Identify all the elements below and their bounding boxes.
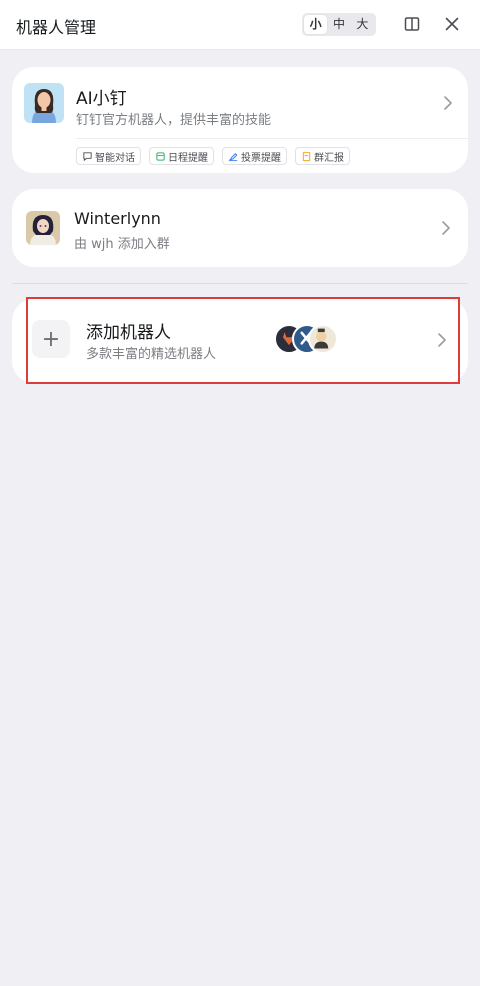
card-divider	[76, 138, 468, 139]
page-title: 机器人管理	[16, 18, 97, 37]
font-size-selector[interactable]: 小 中 大	[302, 13, 376, 36]
skill-tags: 智能对话 日程提醒 投票提醒 群汇报	[76, 147, 350, 165]
chat-bubble-icon	[83, 151, 92, 161]
header-bar: 机器人管理 小 中 大	[0, 0, 480, 50]
chevron-right-icon	[442, 94, 454, 112]
skill-tag[interactable]: 投票提醒	[222, 147, 287, 165]
split-panel-icon[interactable]	[402, 14, 422, 34]
section-divider	[12, 283, 468, 284]
skill-tag-label: 日程提醒	[168, 152, 208, 164]
bot-card-ai-xiaoding[interactable]: AI小钉 钉钉官方机器人，提供丰富的技能 智能对话 日程提醒 投票提醒 群汇报	[12, 67, 468, 173]
bot-name: AI小钉	[76, 89, 127, 109]
bot-name: Winterlynn	[74, 209, 161, 228]
bot-description: 钉钉官方机器人，提供丰富的技能	[76, 113, 272, 128]
size-option-large[interactable]: 大	[351, 15, 374, 34]
skill-tag-label: 投票提醒	[241, 152, 281, 164]
skill-tag-label: 群汇报	[314, 152, 344, 164]
size-option-small[interactable]: 小	[304, 15, 328, 34]
size-option-medium[interactable]: 中	[327, 15, 350, 34]
skill-tag-label: 智能对话	[95, 152, 135, 164]
skill-tag[interactable]: 日程提醒	[149, 147, 214, 165]
calendar-icon	[156, 151, 165, 161]
bot-avatar	[26, 211, 60, 245]
highlight-annotation-box	[26, 297, 460, 384]
bot-card-winterlynn[interactable]: Winterlynn 由 wjh 添加入群	[12, 189, 468, 267]
chevron-right-icon	[440, 219, 452, 237]
report-icon	[302, 151, 311, 161]
bot-avatar	[24, 83, 64, 123]
close-icon[interactable]	[442, 14, 462, 34]
skill-tag[interactable]: 群汇报	[295, 147, 350, 165]
vote-icon	[228, 152, 238, 161]
bot-description: 由 wjh 添加入群	[74, 237, 170, 252]
skill-tag[interactable]: 智能对话	[76, 147, 141, 165]
